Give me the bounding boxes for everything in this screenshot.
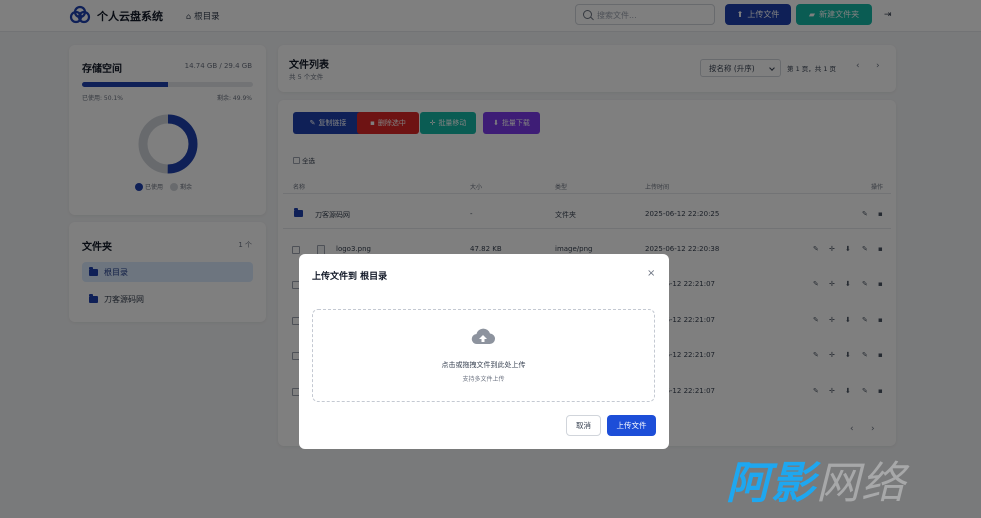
watermark-logo: 阿影网络 bbox=[726, 458, 906, 509]
close-icon[interactable]: × bbox=[647, 268, 655, 279]
modal-title: 上传文件到 根目录 bbox=[312, 272, 388, 282]
dropzone-hint: 支持多文件上传 bbox=[462, 376, 505, 383]
upload-modal: 上传文件到 根目录 × 点击或拖拽文件到此处上传 支持多文件上传 取消 上传文件 bbox=[299, 254, 669, 449]
upload-dropzone[interactable]: 点击或拖拽文件到此处上传 支持多文件上传 bbox=[312, 309, 655, 402]
confirm-upload-button[interactable]: 上传文件 bbox=[607, 415, 656, 436]
cancel-button[interactable]: 取消 bbox=[566, 415, 601, 436]
dropzone-text: 点击或拖拽文件到此处上传 bbox=[441, 361, 526, 369]
cloud-upload-icon bbox=[471, 328, 495, 345]
